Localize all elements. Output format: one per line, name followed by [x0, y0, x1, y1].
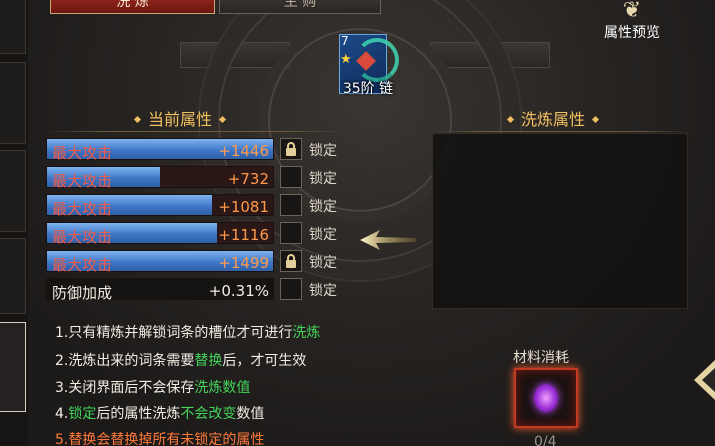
equipment-caption: 35阶 链 [342, 81, 394, 97]
tab-wash[interactable]: 洗 炼 [50, 0, 215, 14]
attribute-bar: 最大攻击 +1116 [46, 222, 274, 246]
attribute-name: 防御加成 [52, 284, 113, 302]
tip-text: 替换 [194, 353, 223, 369]
material-count: 0/4 [534, 434, 557, 446]
sidebar-tab-1[interactable] [0, 0, 26, 54]
tip-text: 锁定 [68, 406, 97, 422]
tip-text: 1.只有精炼并解锁词条的槽位才可进行 [55, 325, 293, 341]
attribute-bar: 最大攻击 +1499 [46, 250, 274, 274]
lock-checkbox[interactable] [280, 278, 302, 300]
lock-label: 锁定 [309, 171, 337, 187]
attribute-preview-button[interactable]: ❦ 属性预览 [592, 0, 672, 46]
attribute-bar: 最大攻击 +732 [46, 166, 274, 190]
equipment-level: 7 [341, 34, 349, 48]
lock-checkbox[interactable] [280, 166, 302, 188]
tip-item: 2.洗炼出来的词条需要替换后，才可生效 [55, 350, 306, 370]
attribute-row: 最大攻击 +1499 锁定 [46, 249, 346, 274]
sidebar-tab-2[interactable] [0, 62, 26, 144]
attribute-name: 最大攻击 [52, 256, 113, 274]
attribute-value: +1499 [218, 254, 269, 272]
sidebar-tab-4[interactable] [0, 238, 26, 314]
attribute-value: +1081 [218, 198, 269, 216]
tip-item: 5.替换会替换掉所有未锁定的属性 [55, 429, 264, 446]
lock-label: 锁定 [309, 227, 337, 243]
divider [46, 131, 346, 132]
ornament-icon [694, 360, 715, 400]
tip-item: 3.关闭界面后不会保存洗炼数值 [55, 377, 250, 397]
tip-text: 洗炼数值 [194, 380, 251, 396]
attribute-bar: 最大攻击 +1446 [46, 138, 274, 162]
wash-attributes-panel [432, 133, 688, 309]
wash-attributes-title: 洗炼属性 [500, 106, 606, 130]
sidebar-tab-3[interactable] [0, 150, 26, 232]
tip-text: 5.替换会替换掉所有未锁定的属性 [55, 432, 265, 446]
attribute-row: 最大攻击 +1446 锁定 [46, 137, 346, 162]
attribute-bar: 最大攻击 +1081 [46, 194, 274, 218]
attribute-row: 最大攻击 +732 锁定 [46, 165, 346, 190]
attribute-row: 防御加成 +0.31% 锁定 [46, 277, 346, 302]
lock-checkbox[interactable] [280, 194, 302, 216]
lock-checkbox[interactable] [280, 222, 302, 244]
attribute-value: +1446 [218, 142, 269, 160]
attribute-name: 最大攻击 [52, 200, 113, 218]
material-cost-title: 材料消耗 [513, 350, 569, 366]
attribute-name: 最大攻击 [52, 228, 113, 246]
lock-label: 锁定 [309, 283, 337, 299]
tip-text: 不会改变 [180, 406, 237, 422]
attribute-name: 最大攻击 [52, 144, 113, 162]
attribute-value: +1116 [218, 226, 269, 244]
lock-label: 锁定 [309, 199, 337, 215]
tip-text: 后，才可生效 [222, 353, 307, 369]
sidebar [0, 0, 28, 446]
tip-text: 数值 [236, 406, 265, 422]
material-slot[interactable] [514, 368, 578, 428]
lock-label: 锁定 [309, 143, 337, 159]
attribute-row: 最大攻击 +1081 锁定 [46, 193, 346, 218]
attribute-row: 最大攻击 +1116 锁定 [46, 221, 346, 246]
tip-item: 1.只有精炼并解锁词条的槽位才可进行洗炼 [55, 322, 320, 342]
tip-text: 后的属性洗炼 [96, 406, 181, 422]
sidebar-tab-active[interactable] [0, 322, 26, 412]
attribute-value: +732 [227, 170, 269, 188]
lotus-icon: ❦ [622, 0, 642, 23]
star-icon: ★ [340, 52, 352, 67]
attribute-name: 最大攻击 [52, 172, 113, 190]
crystal-icon [534, 384, 558, 412]
lock-checkbox[interactable] [280, 138, 302, 160]
tip-text: 洗炼 [292, 325, 321, 341]
tip-text: 2.洗炼出来的词条需要 [55, 353, 195, 369]
current-attributes-title: 当前属性 [127, 106, 233, 130]
lock-checkbox[interactable] [280, 250, 302, 272]
tab-other[interactable]: 生 购 [219, 0, 381, 14]
attribute-preview-label: 属性预览 [604, 25, 660, 41]
tip-text: 4. [55, 406, 69, 422]
arrow-left-icon [360, 230, 416, 250]
tip-item: 4.锁定后的属性洗炼不会改变数值 [55, 403, 264, 423]
divider [432, 131, 688, 132]
attribute-bar: 防御加成 +0.31% [46, 278, 274, 302]
equipment-slot[interactable]: 7 ★ 35阶 链 [333, 30, 403, 98]
tip-text: 3.关闭界面后不会保存 [55, 380, 195, 396]
lock-label: 锁定 [309, 255, 337, 271]
attribute-value: +0.31% [208, 282, 269, 300]
